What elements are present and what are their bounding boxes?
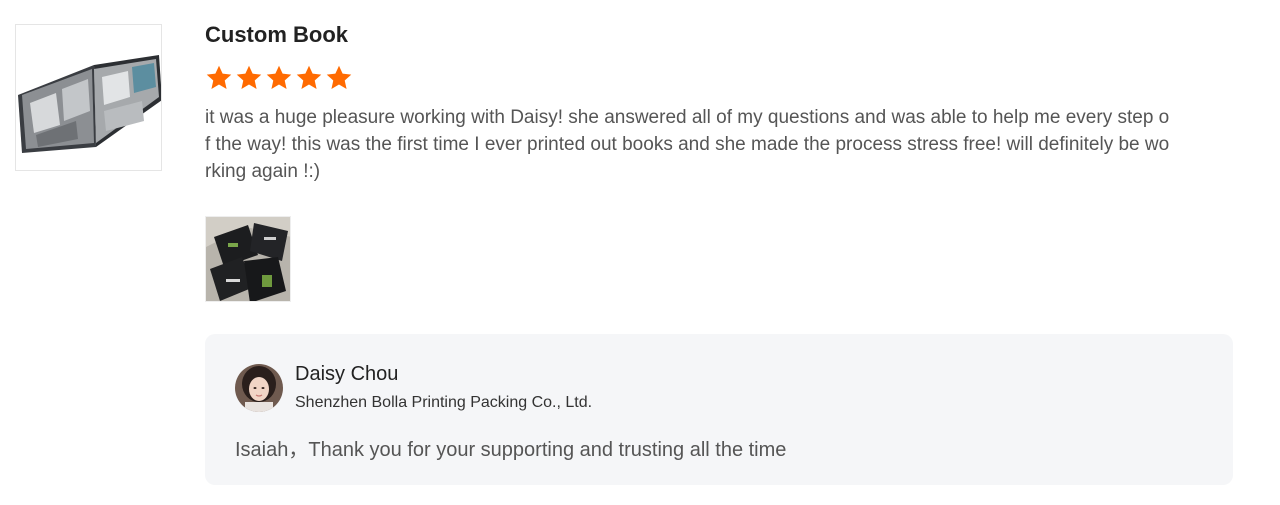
- star-icon: [296, 65, 322, 89]
- reply-author-name: Daisy Chou: [295, 363, 399, 385]
- product-title[interactable]: Custom Book: [205, 20, 1235, 50]
- star-icon: [266, 65, 292, 89]
- review-card: Custom Book it was a huge pleasure worki…: [0, 0, 1280, 505]
- star-rating: [205, 64, 1235, 92]
- star-icon: [236, 65, 262, 89]
- review-content: Custom Book it was a huge pleasure worki…: [205, 20, 1235, 302]
- reply-company-name[interactable]: Shenzhen Bolla Printing Packing Co., Ltd…: [295, 392, 592, 414]
- avatar: [235, 364, 283, 412]
- star-icon: [206, 65, 232, 89]
- product-image[interactable]: [15, 24, 162, 171]
- reply-text: Isaiah，Thank you for your supporting and…: [235, 439, 787, 461]
- seller-reply: Daisy Chou Shenzhen Bolla Printing Packi…: [205, 334, 1233, 485]
- printed-books-photo: [206, 217, 290, 301]
- star-icon: [326, 65, 352, 89]
- review-text: it was a huge pleasure working with Dais…: [205, 107, 1170, 182]
- review-photo[interactable]: [205, 216, 291, 302]
- open-book-image: [16, 25, 161, 170]
